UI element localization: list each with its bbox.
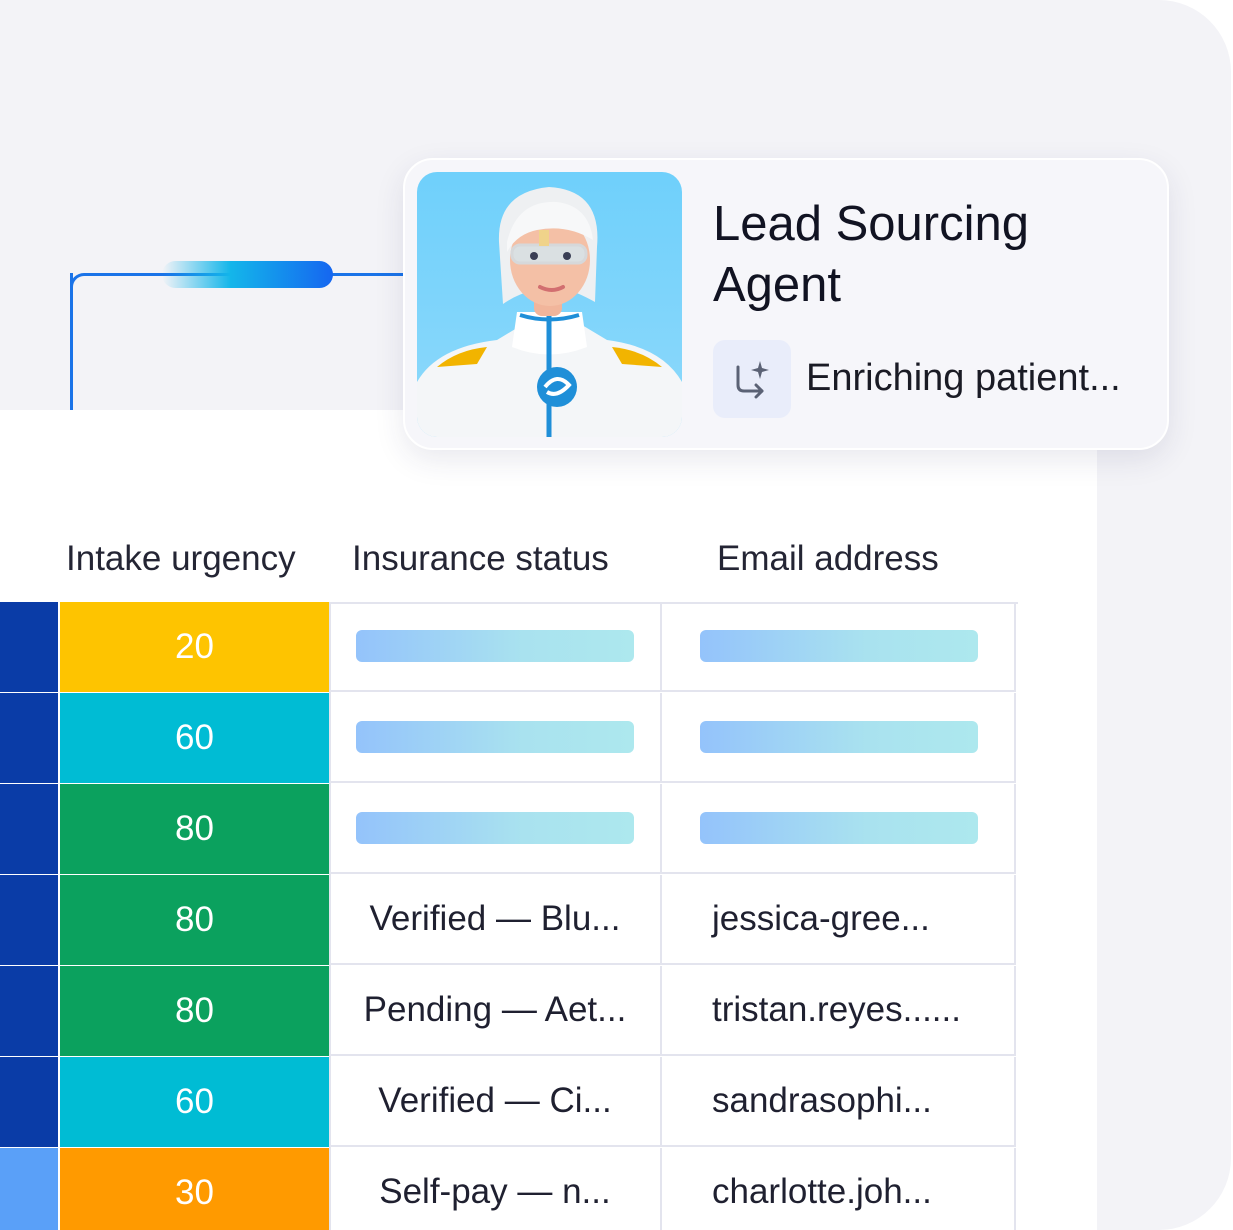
insurance-status-cell[interactable]: Self-pay — n...: [330, 1148, 662, 1230]
row-color-strip: [0, 784, 58, 874]
data-table: 20 60 80 80 Verified — Blu... jessica-gree...…: [0, 602, 1018, 1230]
table-row[interactable]: 60: [0, 693, 1018, 784]
loading-placeholder: [356, 630, 634, 662]
table-row[interactable]: 80 Pending — Aet... tristan.reyes......: [0, 966, 1018, 1057]
table-row[interactable]: 60 Verified — Ci... sandrasophi...: [0, 1057, 1018, 1148]
intake-urgency-cell[interactable]: 80: [60, 966, 329, 1056]
loading-placeholder: [700, 721, 978, 753]
agent-avatar-icon: [417, 187, 682, 437]
column-header-email-address: Email address: [717, 539, 939, 578]
email-address-cell[interactable]: [662, 693, 1016, 783]
intake-urgency-cell[interactable]: 60: [60, 1057, 329, 1147]
table-row[interactable]: 80: [0, 784, 1018, 875]
table-row[interactable]: 20: [0, 602, 1018, 693]
insurance-status-cell[interactable]: Verified — Blu...: [330, 875, 662, 965]
column-header-insurance-status: Insurance status: [352, 539, 609, 578]
email-address-cell[interactable]: sandrasophi...: [662, 1057, 1016, 1147]
row-color-strip: [0, 602, 58, 692]
loading-placeholder: [700, 630, 978, 662]
connector-corner: [70, 273, 92, 295]
connector-pulse: [162, 261, 333, 288]
email-address-cell[interactable]: jessica-gree...: [662, 875, 1016, 965]
loading-placeholder: [700, 812, 978, 844]
insurance-status-cell[interactable]: Pending — Aet...: [330, 966, 662, 1056]
agent-avatar: [417, 172, 682, 437]
row-color-strip: [0, 693, 58, 783]
insurance-status-cell[interactable]: Verified — Ci...: [330, 1057, 662, 1147]
insurance-status-cell[interactable]: [330, 693, 662, 783]
table-row[interactable]: 80 Verified — Blu... jessica-gree...: [0, 875, 1018, 966]
email-address-cell[interactable]: tristan.reyes......: [662, 966, 1016, 1056]
row-color-strip: [0, 875, 58, 965]
loading-placeholder: [356, 721, 634, 753]
intake-urgency-cell[interactable]: 60: [60, 693, 329, 783]
agent-title: Lead Sourcing Agent: [713, 197, 1030, 312]
intake-urgency-cell[interactable]: 80: [60, 784, 329, 874]
email-address-cell[interactable]: charlotte.joh...: [662, 1148, 1016, 1230]
enrich-icon-glyph: [736, 361, 769, 399]
email-address-cell[interactable]: [662, 602, 1016, 692]
row-color-strip: [0, 1057, 58, 1147]
table-row[interactable]: 30 Self-pay — n... charlotte.joh...: [0, 1148, 1018, 1230]
row-color-strip: [0, 966, 58, 1056]
loading-placeholder: [356, 812, 634, 844]
insurance-status-cell[interactable]: [330, 784, 662, 874]
column-header-intake-urgency: Intake urgency: [66, 539, 296, 578]
intake-urgency-cell[interactable]: 80: [60, 875, 329, 965]
enrich-sparkle-icon: [713, 340, 791, 418]
row-color-strip: [0, 1148, 58, 1230]
agent-card[interactable]: Lead Sourcing Agent Enriching patient...: [403, 158, 1169, 450]
email-address-cell[interactable]: [662, 784, 1016, 874]
insurance-status-cell[interactable]: [330, 602, 662, 692]
intake-urgency-cell[interactable]: 20: [60, 602, 329, 692]
agent-status-text: Enriching patient...: [806, 357, 1121, 399]
intake-urgency-cell[interactable]: 30: [60, 1148, 329, 1230]
